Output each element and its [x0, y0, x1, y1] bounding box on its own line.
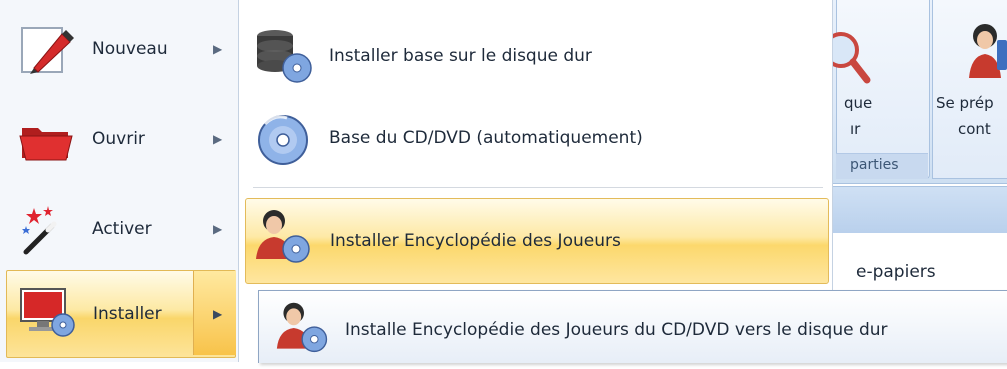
chevron-right-icon: ▶	[213, 42, 223, 56]
chevron-right-icon: ▶	[213, 222, 223, 236]
player-disc-icon	[256, 210, 310, 263]
pencil-icon	[21, 27, 74, 74]
menu-item-ouvrir-label: Ouvrir	[92, 129, 145, 149]
menu-item-activer-label: Activer	[92, 219, 152, 239]
submenu-item-install-encyclopedia[interactable]: Installer Encyclopédie des Joueurs	[245, 198, 829, 284]
menu-item-installer-label: Installer	[93, 304, 162, 324]
submenu-item-dvd-database-label: Base du CD/DVD (automatiquement)	[329, 128, 643, 148]
magic-wand-icon	[22, 206, 57, 255]
menu-item-ouvrir[interactable]: Ouvrir ▶	[6, 96, 234, 182]
folder-icon	[19, 128, 73, 161]
chevron-right-icon: ▶	[213, 307, 223, 321]
dvd-icon	[258, 115, 308, 165]
document-text: e-papiers	[856, 262, 936, 282]
ribbon-band	[832, 186, 1007, 234]
ribbon-group-prepare	[932, 0, 1007, 179]
tooltip-text: Installe Encyclopédie des Joueurs du CD/…	[345, 320, 888, 340]
ribbon-group-label: parties	[850, 157, 899, 173]
ribbon-button-2-line2: cont	[958, 120, 991, 138]
menu-item-nouveau[interactable]: Nouveau ▶	[6, 6, 234, 92]
submenu-item-install-database[interactable]: Installer base sur le disque dur	[245, 14, 827, 98]
submenu-separator	[253, 187, 823, 188]
submenu-item-install-encyclopedia-label: Installer Encyclopédie des Joueurs	[330, 231, 621, 251]
magnifier-icon	[832, 32, 871, 84]
person-icon	[969, 24, 1007, 78]
chevron-right-icon: ▶	[213, 132, 223, 146]
ribbon-button-2-line1[interactable]: Se prép	[936, 94, 994, 112]
submenu-item-dvd-database[interactable]: Base du CD/DVD (automatiquement)	[245, 96, 827, 180]
application-menu-left-pane: Nouveau ▶ Ouvrir ▶ Activer ▶ Installer ▶	[0, 0, 239, 362]
menu-item-activer[interactable]: Activer ▶	[6, 186, 234, 272]
player-disc-icon	[276, 302, 328, 353]
menu-item-installer[interactable]: Installer ▶	[6, 270, 236, 358]
ribbon-button-1-line2: ır	[850, 120, 861, 138]
installer-submenu: Installer base sur le disque dur Base du…	[239, 0, 833, 290]
ribbon-button-1-line1[interactable]: que	[844, 94, 872, 112]
submenu-item-install-database-label: Installer base sur le disque dur	[329, 46, 592, 66]
computer-disc-icon	[20, 288, 75, 337]
menu-item-nouveau-label: Nouveau	[92, 39, 168, 59]
tooltip: Installe Encyclopédie des Joueurs du CD/…	[258, 290, 1007, 363]
database-disc-icon	[257, 30, 312, 83]
